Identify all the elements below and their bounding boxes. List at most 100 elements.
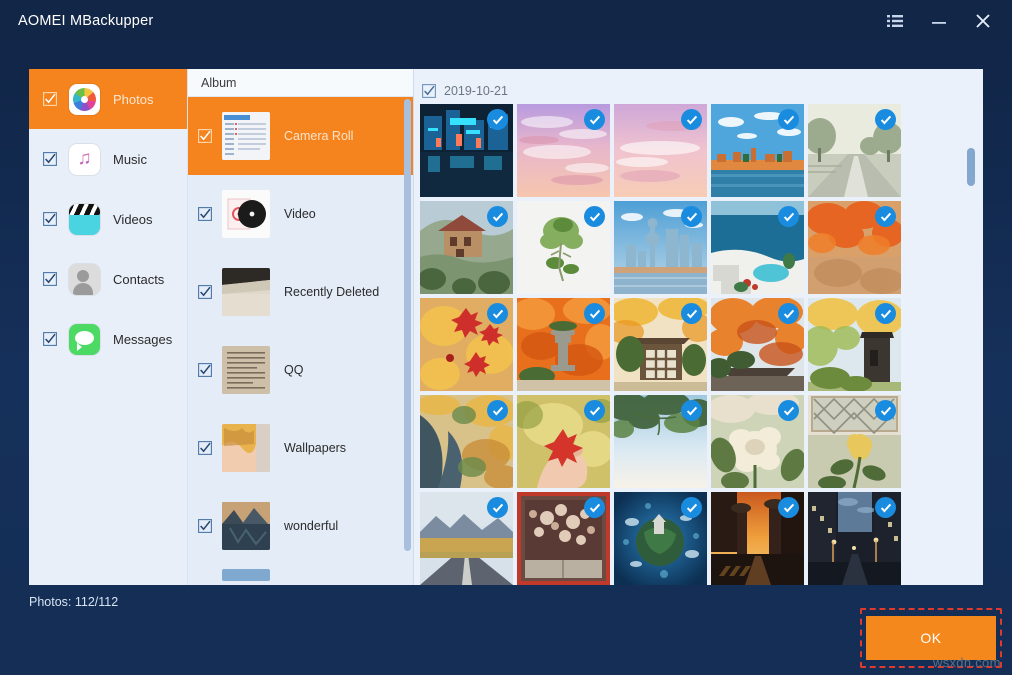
- photo-thumb-sunset-palm-street[interactable]: [711, 492, 804, 585]
- selected-badge[interactable]: [487, 400, 508, 421]
- photo-thumb-maple-leaf-in-hand[interactable]: [517, 395, 610, 488]
- selected-badge[interactable]: [584, 109, 605, 130]
- selected-badge[interactable]: [681, 497, 702, 518]
- photo-cell[interactable]: [420, 104, 517, 197]
- photo-thumb-lakeside-town[interactable]: [711, 104, 804, 197]
- selected-badge[interactable]: [778, 303, 799, 324]
- photo-cell[interactable]: [808, 395, 905, 488]
- photo-thumb-shanghai-skyline[interactable]: [614, 201, 707, 294]
- album-item-qq[interactable]: QQ: [188, 331, 413, 409]
- checkbox-album[interactable]: [198, 129, 212, 143]
- selected-badge[interactable]: [584, 497, 605, 518]
- checkbox-date-group[interactable]: [422, 84, 436, 98]
- sidebar-item-music[interactable]: Music: [29, 129, 187, 189]
- sidebar-item-messages[interactable]: Messages: [29, 309, 187, 369]
- photo-cell[interactable]: [614, 201, 711, 294]
- photo-thumb-hillside-house[interactable]: [420, 201, 513, 294]
- photo-cell[interactable]: [614, 298, 711, 391]
- selected-badge[interactable]: [487, 206, 508, 227]
- photo-cell[interactable]: [420, 395, 517, 488]
- checkbox-photos[interactable]: [43, 92, 57, 106]
- selected-badge[interactable]: [584, 206, 605, 227]
- photo-grid-scrollbar[interactable]: [971, 69, 979, 585]
- photo-thumb-pink-sky[interactable]: [614, 104, 707, 197]
- photo-cell[interactable]: [711, 298, 808, 391]
- sidebar-item-contacts[interactable]: Contacts: [29, 249, 187, 309]
- selected-badge[interactable]: [778, 109, 799, 130]
- photo-cell[interactable]: [614, 395, 711, 488]
- photo-thumb-tiny-planet-art[interactable]: [614, 492, 707, 585]
- album-scrollbar-thumb[interactable]: [404, 99, 411, 551]
- photo-thumb-autumn-rooftop[interactable]: [711, 298, 804, 391]
- checkbox-album[interactable]: [198, 363, 212, 377]
- photo-thumb-yellow-rose-fence[interactable]: [808, 395, 901, 488]
- ok-button[interactable]: OK: [866, 616, 996, 660]
- album-item-partial[interactable]: [188, 565, 413, 585]
- photo-thumb-stone-lantern[interactable]: [517, 298, 610, 391]
- selected-badge[interactable]: [487, 303, 508, 324]
- photo-cell[interactable]: [517, 104, 614, 197]
- selected-badge[interactable]: [681, 303, 702, 324]
- selected-badge[interactable]: [584, 400, 605, 421]
- photo-thumb-wooden-hut-autumn[interactable]: [808, 298, 901, 391]
- photo-cell[interactable]: [711, 395, 808, 488]
- album-item-camera-roll[interactable]: Camera Roll: [188, 97, 413, 175]
- selected-badge[interactable]: [778, 497, 799, 518]
- selected-badge[interactable]: [875, 497, 896, 518]
- checkbox-videos[interactable]: [43, 212, 57, 226]
- photo-cell[interactable]: [808, 492, 905, 585]
- photo-cell[interactable]: [420, 201, 517, 294]
- photo-thumb-desert-highway[interactable]: [420, 492, 513, 585]
- checkbox-music[interactable]: [43, 152, 57, 166]
- photo-thumb-pink-sunset-clouds[interactable]: [517, 104, 610, 197]
- checkbox-album[interactable]: [198, 285, 212, 299]
- photo-thumb-autumn-riverbank[interactable]: [420, 395, 513, 488]
- selected-badge[interactable]: [487, 497, 508, 518]
- selected-badge[interactable]: [875, 400, 896, 421]
- photo-thumb-deer-tree-art[interactable]: [517, 201, 610, 294]
- photo-thumb-tree-lined-road[interactable]: [808, 104, 901, 197]
- selected-badge[interactable]: [875, 303, 896, 324]
- checkbox-contacts[interactable]: [43, 272, 57, 286]
- photo-thumb-orange-maple-leaves[interactable]: [808, 201, 901, 294]
- selected-badge[interactable]: [584, 303, 605, 324]
- photo-cell[interactable]: [517, 492, 614, 585]
- selected-badge[interactable]: [778, 400, 799, 421]
- photo-thumb-red-maple-branch[interactable]: [420, 298, 513, 391]
- selected-badge[interactable]: [681, 206, 702, 227]
- selected-badge[interactable]: [875, 206, 896, 227]
- photo-cell[interactable]: [808, 201, 905, 294]
- photo-thumb-seaside-pool[interactable]: [711, 201, 804, 294]
- menu-icon[interactable]: [886, 12, 904, 30]
- close-icon[interactable]: [974, 12, 992, 30]
- photo-cell[interactable]: [614, 104, 711, 197]
- sidebar-item-videos[interactable]: Videos: [29, 189, 187, 249]
- photo-thumb-city-street-night[interactable]: [808, 492, 901, 585]
- photo-thumb-leaves-against-sky[interactable]: [614, 395, 707, 488]
- checkbox-album[interactable]: [198, 441, 212, 455]
- photo-thumb-cherry-blossoms[interactable]: [517, 492, 610, 585]
- selected-badge[interactable]: [487, 109, 508, 130]
- photo-thumb-white-peony[interactable]: [711, 395, 804, 488]
- minimize-icon[interactable]: [930, 12, 948, 30]
- photo-cell[interactable]: [808, 104, 905, 197]
- photo-cell[interactable]: [808, 298, 905, 391]
- photo-cell[interactable]: [711, 201, 808, 294]
- photo-cell[interactable]: [517, 395, 614, 488]
- sidebar-item-photos[interactable]: Photos: [29, 69, 187, 129]
- album-item-wallpapers[interactable]: Wallpapers: [188, 409, 413, 487]
- photo-cell[interactable]: [614, 492, 711, 585]
- checkbox-messages[interactable]: [43, 332, 57, 346]
- album-item-wonderful[interactable]: wonderful: [188, 487, 413, 565]
- photo-cell[interactable]: [420, 298, 517, 391]
- photo-cell[interactable]: [420, 492, 517, 585]
- selected-badge[interactable]: [875, 109, 896, 130]
- photo-thumb-neon-city-night[interactable]: [420, 104, 513, 197]
- photo-cell[interactable]: [711, 492, 808, 585]
- selected-badge[interactable]: [681, 109, 702, 130]
- checkbox-album[interactable]: [198, 519, 212, 533]
- photo-thumb-temple-window[interactable]: [614, 298, 707, 391]
- photo-cell[interactable]: [517, 298, 614, 391]
- album-item-recently-deleted[interactable]: Recently Deleted: [188, 253, 413, 331]
- photo-cell[interactable]: [711, 104, 808, 197]
